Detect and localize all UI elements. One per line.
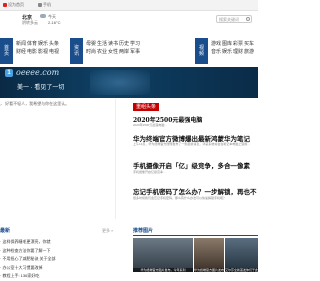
nav-link[interactable]: 娱乐 (38, 40, 49, 48)
nav-link[interactable]: 游戏 (211, 40, 222, 48)
nav-link[interactable]: 女性 (108, 48, 119, 56)
nav-link[interactable]: 电影 (27, 48, 38, 56)
nav-link[interactable]: 生活 (97, 40, 108, 48)
nav-link[interactable]: 影视 (38, 48, 49, 56)
weather-condition: 阴转多云 (22, 20, 38, 25)
nav-link[interactable]: 图库 (222, 40, 233, 48)
nav-badge: 首页 (0, 38, 13, 64)
headline-tag[interactable]: 重组头条 (133, 103, 160, 111)
list-item[interactable]: · 这样保养睫毛更漂亮，你就 (0, 238, 56, 247)
cloud-icon (40, 14, 46, 18)
nav-link[interactable]: 买车 (244, 40, 255, 48)
latest-heading: 最新 (0, 228, 11, 234)
nav-link[interactable]: 历史 (119, 40, 130, 48)
weather-forecast: 今天 2-16°C (48, 14, 61, 25)
nav-badge: 资讯 (70, 38, 83, 64)
nav-link[interactable]: 读书 (108, 40, 119, 48)
nav-link[interactable]: 母婴 (86, 40, 97, 48)
search-icon[interactable] (246, 17, 250, 21)
news-summary: 上午14点，华为终端官方微博发布了一则最新消息，鸿蒙系统将会在笔记本电脑上使用.… (133, 142, 250, 146)
nav-link[interactable]: 学习 (130, 40, 141, 48)
top-utility-bar: 设为首页 手机 (0, 0, 258, 11)
banner-glow (90, 70, 150, 95)
nav-link[interactable]: 军事 (130, 48, 141, 56)
home-icon (3, 2, 7, 7)
banner-subtitle: 美一 · 看见了一切 (17, 85, 65, 91)
thumb-caption: 华为终端官方图片发布，今年系列 (133, 268, 193, 272)
nav-link[interactable]: 时尚 (86, 48, 97, 56)
list-item[interactable]: · 办公室十大习惯要改掉 (0, 264, 56, 273)
news-summary: 手机摄像开启亿级竞争... (133, 170, 166, 174)
list-item[interactable]: · 这种检查方法你要了解一下 (0, 247, 56, 256)
nav-link[interactable]: 旅游 (244, 48, 255, 56)
news-summary: 很多时候我们会忘记手机密码，那么有什么办法可以快速解锁手机呢？ (133, 196, 227, 200)
nav-group-home: 首页 新闻 体育 娱乐 头条 财经 电影 影视 电视 (0, 38, 60, 64)
phone-icon (38, 2, 42, 7)
latest-list: · 这样保养睫毛更漂亮，你就 · 这种检查方法你要了解一下 · 不用担心了减肥秘… (0, 238, 56, 281)
news-headline[interactable]: 手机摄像开启「亿」级竞争，多合一像素 (133, 160, 250, 170)
list-item[interactable]: · 不用担心了减肥秘诀 关于全部 (0, 255, 56, 264)
set-home-link[interactable]: 设为首页 (3, 2, 24, 8)
nav-badge: 视频 (195, 38, 208, 64)
news-summary: 2020年2500元最强电脑... (133, 123, 167, 127)
recommend-heading: 推荐图片 (133, 228, 154, 234)
nav-group-info: 资讯 母婴 生活 读书 历史 学习 时尚 农业 女性 两岸 军事 (70, 38, 141, 64)
list-item[interactable]: · 教程上手: 136家好吃 (0, 272, 56, 281)
column-divider (115, 99, 116, 219)
recommend-thumb[interactable]: 华为终端官方图片发布，今年系列 (133, 238, 193, 272)
nav-link[interactable]: 娱乐 (222, 48, 233, 56)
nav-link[interactable]: 理财 (233, 48, 244, 56)
banner-title: oeeee.com (16, 68, 60, 77)
nav-link[interactable]: 电视 (49, 48, 60, 56)
search-input[interactable]: 搜索关键词 (216, 15, 252, 23)
more-link[interactable]: 更多 » (102, 228, 113, 234)
recommend-thumb[interactable]: 艾尔莎全新首发你们于此 (225, 238, 258, 272)
nav-link[interactable]: 体育 (27, 40, 38, 48)
nav-link[interactable]: 新闻 (16, 40, 27, 48)
recommend-underline (133, 235, 258, 236)
welcome-message: ， 好看不轻人，我希望与你在这里认。 (0, 101, 70, 106)
nav-link[interactable]: 彩票 (233, 40, 244, 48)
nav-group-video: 视频 游戏 图库 彩票 买车 音乐 娱乐 理财 旅游 (195, 38, 255, 64)
nav-link[interactable]: 头条 (49, 40, 60, 48)
recommend-thumb[interactable]: 华为终端官方图片发布，今年系列 (194, 238, 224, 272)
thumb-caption: 艾尔莎全新首发你们于此 (225, 268, 258, 272)
thumb-caption: 华为终端官方图片发布，今年系列 (194, 268, 224, 272)
nav-link[interactable]: 音乐 (211, 48, 222, 56)
news-headline[interactable]: 忘记手机密码了怎么办？一步解锁，再也不 (133, 186, 257, 196)
nav-link[interactable]: 两岸 (119, 48, 130, 56)
site-logo: 1 (5, 69, 13, 77)
nav-link[interactable]: 农业 (97, 48, 108, 56)
nav-link[interactable]: 财经 (16, 48, 27, 56)
mobile-link[interactable]: 手机 (38, 2, 51, 8)
